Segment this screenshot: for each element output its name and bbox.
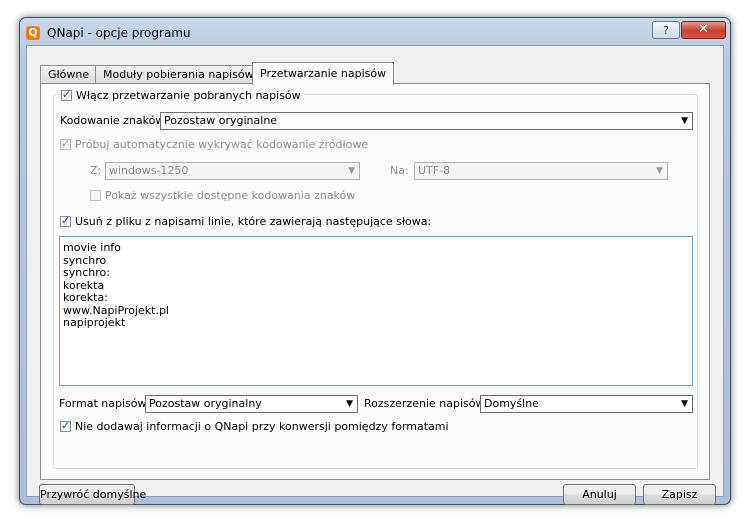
from-encoding-select[interactable]: windows-1250 ▼ (105, 162, 360, 180)
window-title: QNapi - opcje programu (47, 26, 191, 40)
chevron-down-icon: ▼ (346, 399, 353, 409)
dialog-client-area: Główne Moduły pobierania napisów Przetwa… (26, 45, 724, 505)
checkbox-box[interactable] (60, 214, 71, 227)
tab-general[interactable]: Główne (40, 65, 98, 84)
from-encoding-value: windows-1250 (109, 164, 189, 177)
extension-select-value: Domyślne (484, 397, 539, 410)
title-bar[interactable]: Q QNapi - opcje programu ? ✕ (20, 18, 730, 48)
tab-subtitle-processing[interactable]: Przetwarzanie napisów (252, 62, 395, 85)
chevron-down-icon: ▼ (348, 166, 355, 176)
word-line: synchro (63, 253, 107, 267)
no-qnapi-info-checkbox[interactable]: Nie dodawaj informacji o QNapi przy konw… (60, 419, 449, 433)
save-button[interactable]: Zapisz (643, 484, 716, 505)
word-line: korekta (63, 278, 105, 292)
help-button[interactable]: ? (652, 21, 680, 39)
cancel-button[interactable]: Anuluj (563, 484, 636, 505)
tab-panel: Włącz przetwarzanie pobranych napisów Ko… (40, 83, 710, 480)
extension-select[interactable]: Domyślne ▼ (480, 395, 693, 413)
from-encoding-label: Z: (90, 164, 102, 177)
encoding-select-value: Pozostaw oryginalne (164, 114, 278, 127)
remove-lines-label: Usuń z pliku z napisami linie, które zaw… (75, 215, 432, 228)
autodetect-checkbox[interactable]: Próbuj automatycznie wykrywać kodowanie … (60, 137, 369, 151)
processing-group: Włącz przetwarzanie pobranych napisów Ko… (53, 88, 698, 469)
to-encoding-label: Na: (390, 164, 409, 177)
checkbox-box[interactable] (60, 137, 71, 150)
to-encoding-value: UTF-8 (418, 164, 451, 177)
encoding-select[interactable]: Pozostaw oryginalne ▼ (160, 112, 693, 130)
encoding-label: Kodowanie znaków: (60, 114, 168, 127)
word-line: www.NapiProjekt.pl (63, 303, 169, 317)
word-line: napiprojekt (63, 316, 126, 329)
chevron-down-icon: ▼ (681, 116, 688, 126)
dialog-window: Q QNapi - opcje programu ? ✕ Główne Modu… (19, 17, 731, 505)
restore-defaults-button[interactable]: Przywróć domyślne (39, 484, 146, 505)
checkbox-box[interactable] (61, 88, 72, 101)
autodetect-label: Próbuj automatycznie wykrywać kodowanie … (75, 138, 369, 151)
no-qnapi-info-label: Nie dodawaj informacji o QNapi przy konw… (75, 420, 449, 433)
word-line: movie info (63, 241, 121, 254)
show-all-encodings-label: Pokaż wszystkie dostępne kodowania znakó… (105, 189, 356, 202)
checkbox-box[interactable] (60, 419, 71, 432)
chevron-down-icon: ▼ (681, 399, 688, 409)
tab-download-modules[interactable]: Moduły pobierania napisów (95, 65, 262, 84)
format-select-value: Pozostaw oryginalny (149, 397, 262, 410)
show-all-encodings-checkbox[interactable]: Pokaż wszystkie dostępne kodowania znakó… (90, 189, 355, 202)
words-textarea[interactable]: movie info synchro synchro: korekta kore… (59, 236, 693, 386)
qnapi-app-icon: Q (26, 26, 40, 40)
word-line: korekta: (63, 291, 108, 304)
enable-processing-checkbox[interactable]: Włącz przetwarzanie pobranych napisów (61, 88, 304, 102)
to-encoding-select[interactable]: UTF-8 ▼ (414, 162, 668, 180)
enable-processing-label: Włącz przetwarzanie pobranych napisów (76, 89, 301, 102)
format-label: Format napisów: (59, 397, 150, 410)
format-select[interactable]: Pozostaw oryginalny ▼ (145, 395, 358, 413)
word-line: synchro: (63, 266, 110, 279)
chevron-down-icon: ▼ (656, 166, 663, 176)
close-button[interactable]: ✕ (681, 21, 726, 39)
remove-lines-checkbox[interactable]: Usuń z pliku z napisami linie, które zaw… (60, 214, 432, 228)
checkbox-box[interactable] (90, 190, 101, 201)
extension-label: Rozszerzenie napisów: (364, 397, 488, 410)
